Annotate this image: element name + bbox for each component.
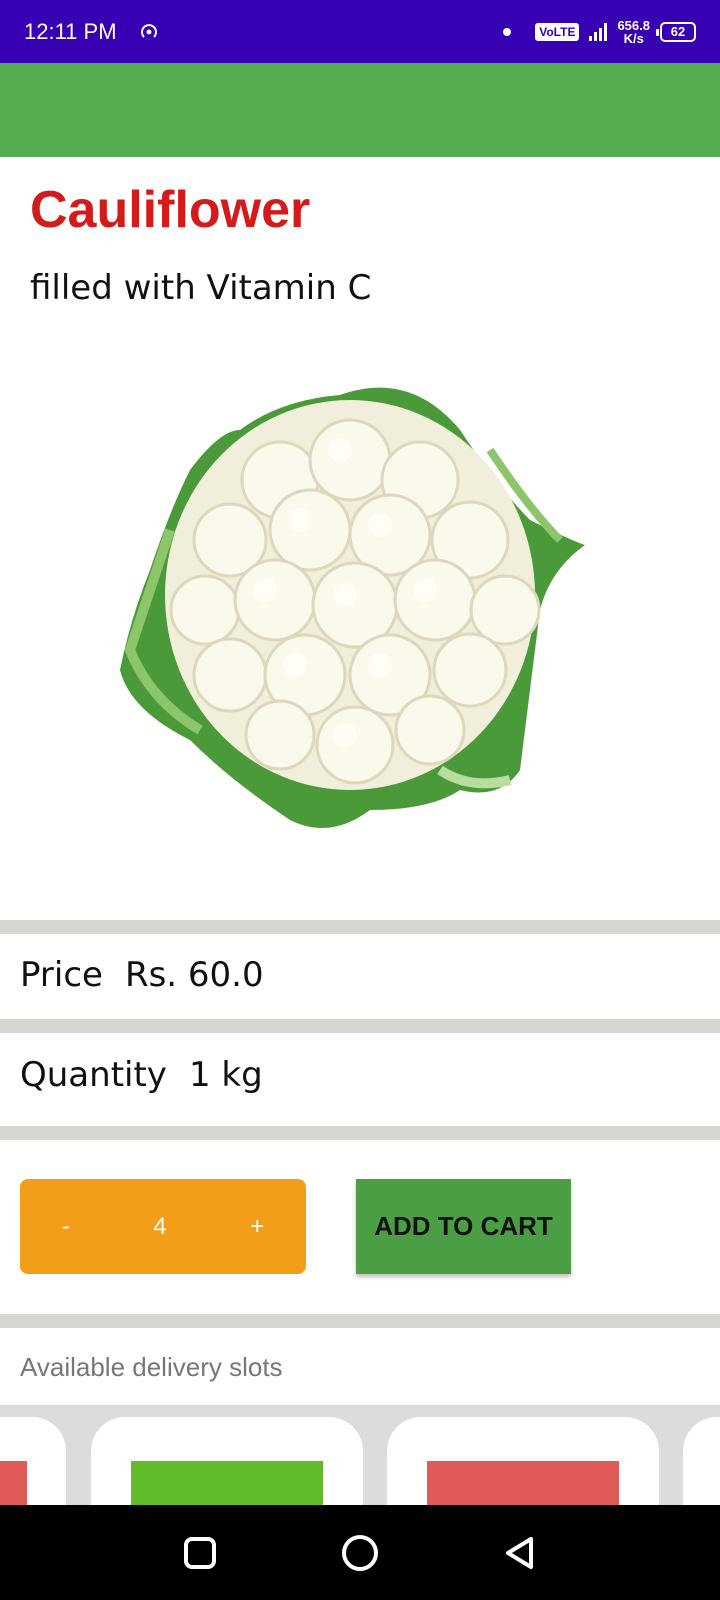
divider [0, 1314, 720, 1328]
delivery-slots-label: Available delivery slots [20, 1352, 283, 1382]
price-label: Price [20, 955, 103, 995]
net-speed: 656.8 K/s [617, 19, 650, 45]
price-row: Price Rs. 60.0 [20, 955, 264, 995]
slot-available-bar [131, 1461, 323, 1505]
battery-level: 62 [670, 24, 686, 39]
slot-card[interactable] [91, 1417, 363, 1505]
home-circle-icon[interactable] [335, 1528, 385, 1578]
status-bar: 12:11 PM VoLTE 656.8 K/s 62 [0, 0, 720, 63]
slot-card[interactable] [683, 1417, 720, 1505]
divider [0, 1126, 720, 1140]
status-time: 12:11 PM [24, 18, 117, 44]
recents-square-icon[interactable] [175, 1528, 225, 1578]
net-speed-unit: K/s [623, 30, 644, 46]
volte-badge: VoLTE [535, 22, 580, 41]
increment-button[interactable]: + [230, 1203, 284, 1251]
slot-unavailable-bar [427, 1461, 619, 1505]
slot-card[interactable] [387, 1417, 659, 1505]
slot-unavailable-bar [0, 1461, 27, 1505]
divider [0, 920, 720, 934]
quantity-row: Quantity 1 kg [20, 1055, 263, 1095]
quantity-stepper[interactable]: - 4 + [20, 1179, 306, 1274]
stepper-count: 4 [153, 1212, 167, 1240]
add-to-cart-button[interactable]: ADD TO CART [356, 1179, 571, 1274]
cauliflower-image [120, 387, 585, 828]
signal-icon [589, 22, 608, 41]
product-description: filled with Vitamin C [30, 268, 372, 308]
divider [0, 1019, 720, 1033]
product-title: Cauliflower [30, 181, 311, 239]
notification-dot-icon [503, 27, 512, 36]
status-indicators: VoLTE 656.8 K/s 62 [503, 19, 696, 45]
delivery-slots-list[interactable] [0, 1405, 720, 1505]
hotspot-icon [140, 23, 157, 38]
battery-icon: 62 [656, 21, 696, 42]
price-value: Rs. 60.0 [124, 955, 264, 995]
quantity-label: Quantity [20, 1055, 167, 1095]
quantity-value: 1 kg [188, 1055, 263, 1095]
back-triangle-icon[interactable] [495, 1528, 545, 1578]
app-bar [0, 63, 720, 157]
slot-card[interactable] [0, 1417, 66, 1505]
system-nav-bar [0, 1505, 720, 1600]
decrement-button[interactable]: - [42, 1203, 90, 1251]
